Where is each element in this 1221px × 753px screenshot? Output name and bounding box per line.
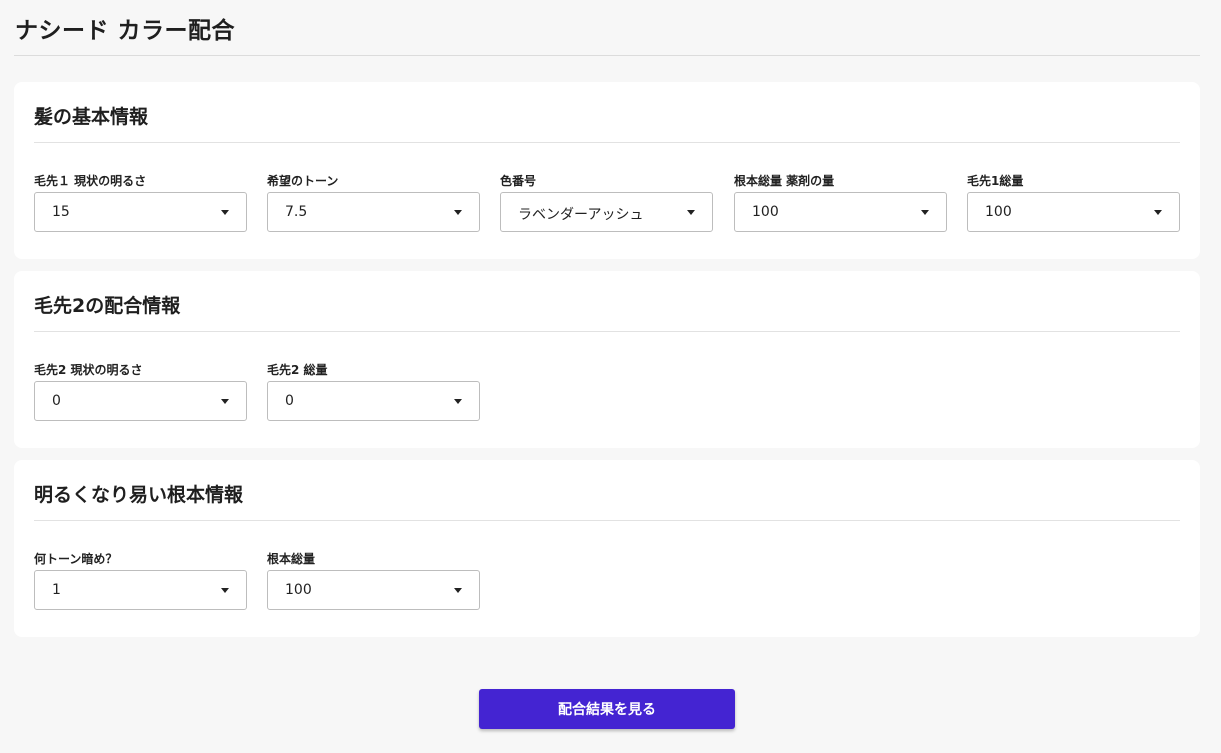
title-divider — [14, 55, 1200, 56]
caret-down-icon — [221, 399, 229, 404]
select-value: 0 — [285, 393, 294, 409]
caret-down-icon — [221, 588, 229, 593]
root-total-select[interactable]: 100 — [267, 570, 480, 610]
select-value: 100 — [752, 204, 779, 220]
field-label: 色番号 — [500, 174, 537, 188]
section-divider — [34, 142, 1180, 143]
tip2-total-select[interactable]: 0 — [267, 381, 480, 421]
field-label: 毛先2 現状の明るさ — [34, 363, 143, 377]
select-value: 1 — [52, 582, 61, 598]
color-number-select[interactable]: ラベンダーアッシュ — [500, 192, 713, 232]
tip1-total-select[interactable]: 100 — [967, 192, 1180, 232]
field-label: 何トーン暗め？ — [34, 552, 118, 566]
field-label: 毛先1総量 — [967, 174, 1024, 188]
select-value: ラベンダーアッシュ — [518, 207, 644, 223]
tip2-current-brightness-select[interactable]: 0 — [34, 381, 247, 421]
section-heading: 毛先2の配合情報 — [34, 295, 181, 317]
field-label: 根本総量 薬剤の量 — [734, 174, 835, 188]
caret-down-icon — [221, 210, 229, 215]
field-label: 毛先１ 現状の明るさ — [34, 174, 147, 188]
select-value: 0 — [52, 393, 61, 409]
page: ナシード カラー配合 髪の基本情報 毛先１ 現状の明るさ 15 希望のトーン 7… — [0, 0, 1221, 753]
select-value: 100 — [285, 582, 312, 598]
tip1-current-brightness-select[interactable]: 15 — [34, 192, 247, 232]
section-heading: 明るくなり易い根本情報 — [34, 484, 244, 506]
select-value: 100 — [985, 204, 1012, 220]
view-formula-result-button[interactable]: 配合結果を見る — [479, 689, 735, 729]
section-hair-basic-info: 髪の基本情報 毛先１ 現状の明るさ 15 希望のトーン 7.5 色番号 ラベンダ… — [14, 82, 1200, 259]
caret-down-icon — [454, 399, 462, 404]
section-divider — [34, 331, 1180, 332]
caret-down-icon — [1154, 210, 1162, 215]
section-heading: 髪の基本情報 — [34, 106, 149, 128]
root-total-chemical-amount-select[interactable]: 100 — [734, 192, 947, 232]
field-label: 根本総量 — [267, 552, 316, 566]
field-label: 希望のトーン — [267, 174, 339, 188]
select-value: 7.5 — [285, 204, 308, 220]
caret-down-icon — [687, 210, 695, 215]
caret-down-icon — [454, 210, 462, 215]
section-divider — [34, 520, 1180, 521]
page-title: ナシード カラー配合 — [15, 18, 236, 44]
desired-tone-select[interactable]: 7.5 — [267, 192, 480, 232]
caret-down-icon — [921, 210, 929, 215]
section-tip2-formula-info: 毛先2の配合情報 毛先2 現状の明るさ 0 毛先2 総量 0 — [14, 271, 1200, 448]
caret-down-icon — [454, 588, 462, 593]
select-value: 15 — [52, 204, 70, 220]
tones-darker-select[interactable]: 1 — [34, 570, 247, 610]
section-root-lightening-info: 明るくなり易い根本情報 何トーン暗め？ 1 根本総量 100 — [14, 460, 1200, 637]
field-label: 毛先2 総量 — [267, 363, 328, 377]
